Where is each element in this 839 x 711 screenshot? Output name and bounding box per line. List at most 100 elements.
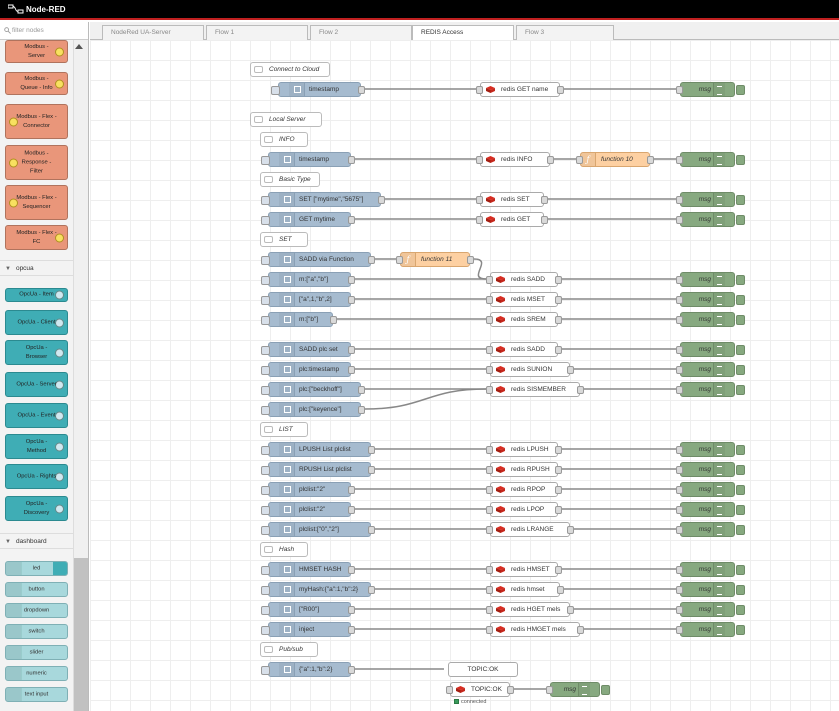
input-port[interactable]	[576, 156, 583, 164]
input-port[interactable]	[446, 686, 453, 694]
inject-button[interactable]	[261, 256, 270, 265]
inject-button[interactable]	[261, 586, 270, 595]
debug-toggle-button[interactable]	[601, 685, 610, 695]
mqtt-in-node[interactable]: TOPIC:OK	[446, 682, 514, 697]
palette-node-dashboard[interactable]: slider	[5, 645, 68, 660]
palette-node-opcua[interactable]: OpcUa - Server	[5, 372, 68, 397]
inject-button[interactable]	[261, 626, 270, 635]
inject-node[interactable]: RPUSH List plclist	[261, 462, 375, 477]
debug-toggle-button[interactable]	[736, 365, 745, 375]
palette-node-modbus[interactable]: Modbus - Queue - Info	[5, 72, 68, 95]
inject-button[interactable]	[261, 506, 270, 515]
input-port[interactable]	[486, 276, 493, 284]
palette-node-opcua[interactable]: OpcUa - Item	[5, 288, 68, 302]
inject-button[interactable]	[261, 526, 270, 535]
inject-node[interactable]: SADD via Function	[261, 252, 375, 267]
inject-node[interactable]: m:["a","b"]	[261, 272, 355, 287]
debug-node[interactable]: msg	[676, 462, 745, 477]
palette-node-dashboard[interactable]: button	[5, 582, 68, 597]
palette-node-modbus[interactable]: Modbus - Response - Filter	[5, 145, 68, 180]
inject-button[interactable]	[261, 446, 270, 455]
inject-button[interactable]	[261, 486, 270, 495]
debug-node[interactable]: msg	[676, 212, 745, 227]
inject-button[interactable]	[271, 86, 280, 95]
wire[interactable]	[473, 258, 487, 280]
debug-toggle-button[interactable]	[736, 85, 745, 95]
debug-toggle-button[interactable]	[736, 275, 745, 285]
input-port[interactable]	[486, 606, 493, 614]
redis-node[interactable]: redis SISMEMBER	[486, 382, 584, 397]
input-port[interactable]	[486, 586, 493, 594]
palette-category-opcua[interactable]: ▼ opcua	[0, 260, 73, 276]
debug-node[interactable]: msg	[676, 82, 745, 97]
tab-flow-1[interactable]: Flow 1	[206, 25, 308, 40]
comment-node[interactable]: LIST	[260, 422, 308, 437]
input-port[interactable]	[486, 486, 493, 494]
palette-node-modbus[interactable]: Modbus - Flex - FC	[5, 225, 68, 250]
comment-node[interactable]: Pub/sub	[260, 642, 318, 657]
inject-node[interactable]: plc:["beckhoff"]	[261, 382, 365, 397]
palette-category-dashboard[interactable]: ▼ dashboard	[0, 533, 73, 549]
inject-node[interactable]: plclist:"2"	[261, 502, 355, 517]
input-port[interactable]	[486, 446, 493, 454]
redis-node[interactable]: redis LPOP	[486, 502, 562, 517]
redis-node[interactable]: redis SADD	[486, 272, 562, 287]
function-node[interactable]: ƒ function 10	[576, 152, 654, 167]
debug-toggle-button[interactable]	[736, 445, 745, 455]
inject-node[interactable]: GET mytime	[261, 212, 355, 227]
wire[interactable]	[364, 388, 487, 410]
debug-node[interactable]: msg	[676, 362, 745, 377]
inject-node[interactable]: m:["b"]	[261, 312, 337, 327]
inject-node[interactable]: plclist:"2"	[261, 482, 355, 497]
input-port[interactable]	[486, 296, 493, 304]
input-port[interactable]	[486, 566, 493, 574]
debug-toggle-button[interactable]	[736, 585, 745, 595]
comment-node[interactable]: Basic Type	[260, 172, 320, 187]
inject-button[interactable]	[261, 296, 270, 305]
inject-button[interactable]	[261, 666, 270, 675]
debug-toggle-button[interactable]	[736, 315, 745, 325]
debug-node[interactable]: msg	[676, 342, 745, 357]
inject-button[interactable]	[261, 316, 270, 325]
inject-node[interactable]: timestamp	[271, 82, 365, 97]
palette-node-modbus[interactable]: Modbus - Flex - Connector	[5, 104, 68, 139]
debug-toggle-button[interactable]	[736, 605, 745, 615]
comment-node[interactable]: INFO	[260, 132, 308, 147]
inject-button[interactable]	[261, 386, 270, 395]
input-port[interactable]	[476, 86, 483, 94]
input-port[interactable]	[486, 386, 493, 394]
debug-node[interactable]: msg	[676, 442, 745, 457]
tab-nodered-ua-server[interactable]: NodeRed UA-Server	[102, 25, 204, 40]
redis-node[interactable]: redis SET	[476, 192, 548, 207]
debug-toggle-button[interactable]	[736, 465, 745, 475]
filter-input[interactable]: filter nodes	[12, 27, 44, 34]
input-port[interactable]	[486, 316, 493, 324]
input-port[interactable]	[396, 256, 403, 264]
input-port[interactable]	[476, 216, 483, 224]
comment-node[interactable]: Hash	[260, 542, 308, 557]
input-port[interactable]	[486, 466, 493, 474]
redis-node[interactable]: redis RPUSH	[486, 462, 562, 477]
debug-toggle-button[interactable]	[736, 505, 745, 515]
inject-node[interactable]: plc:timestamp	[261, 362, 355, 377]
redis-node[interactable]: redis GET	[476, 212, 548, 227]
palette-node-modbus[interactable]: Modbus - Server	[5, 40, 68, 63]
debug-node[interactable]: msg	[546, 682, 610, 697]
redis-node[interactable]: redis LRANGE	[486, 522, 574, 537]
input-port[interactable]	[476, 196, 483, 204]
tab-flow-2[interactable]: Flow 2	[310, 25, 412, 40]
inject-node[interactable]: LPUSH List plclist	[261, 442, 375, 457]
inject-button[interactable]	[261, 346, 270, 355]
debug-node[interactable]: msg	[676, 562, 745, 577]
inject-node[interactable]: myHash:{"a":1,"b":2}	[261, 582, 375, 597]
debug-toggle-button[interactable]	[736, 295, 745, 305]
inject-node[interactable]: SADD plc set	[261, 342, 355, 357]
debug-node[interactable]: msg	[676, 582, 745, 597]
debug-node[interactable]: msg	[676, 382, 745, 397]
inject-button[interactable]	[261, 566, 270, 575]
palette-node-dashboard[interactable]: text input	[5, 687, 68, 702]
inject-node[interactable]: {"a":1,"b":2}	[261, 662, 355, 677]
palette-node-dashboard[interactable]: dropdown	[5, 603, 68, 618]
redis-node[interactable]: redis SREM	[486, 312, 562, 327]
debug-toggle-button[interactable]	[736, 215, 745, 225]
